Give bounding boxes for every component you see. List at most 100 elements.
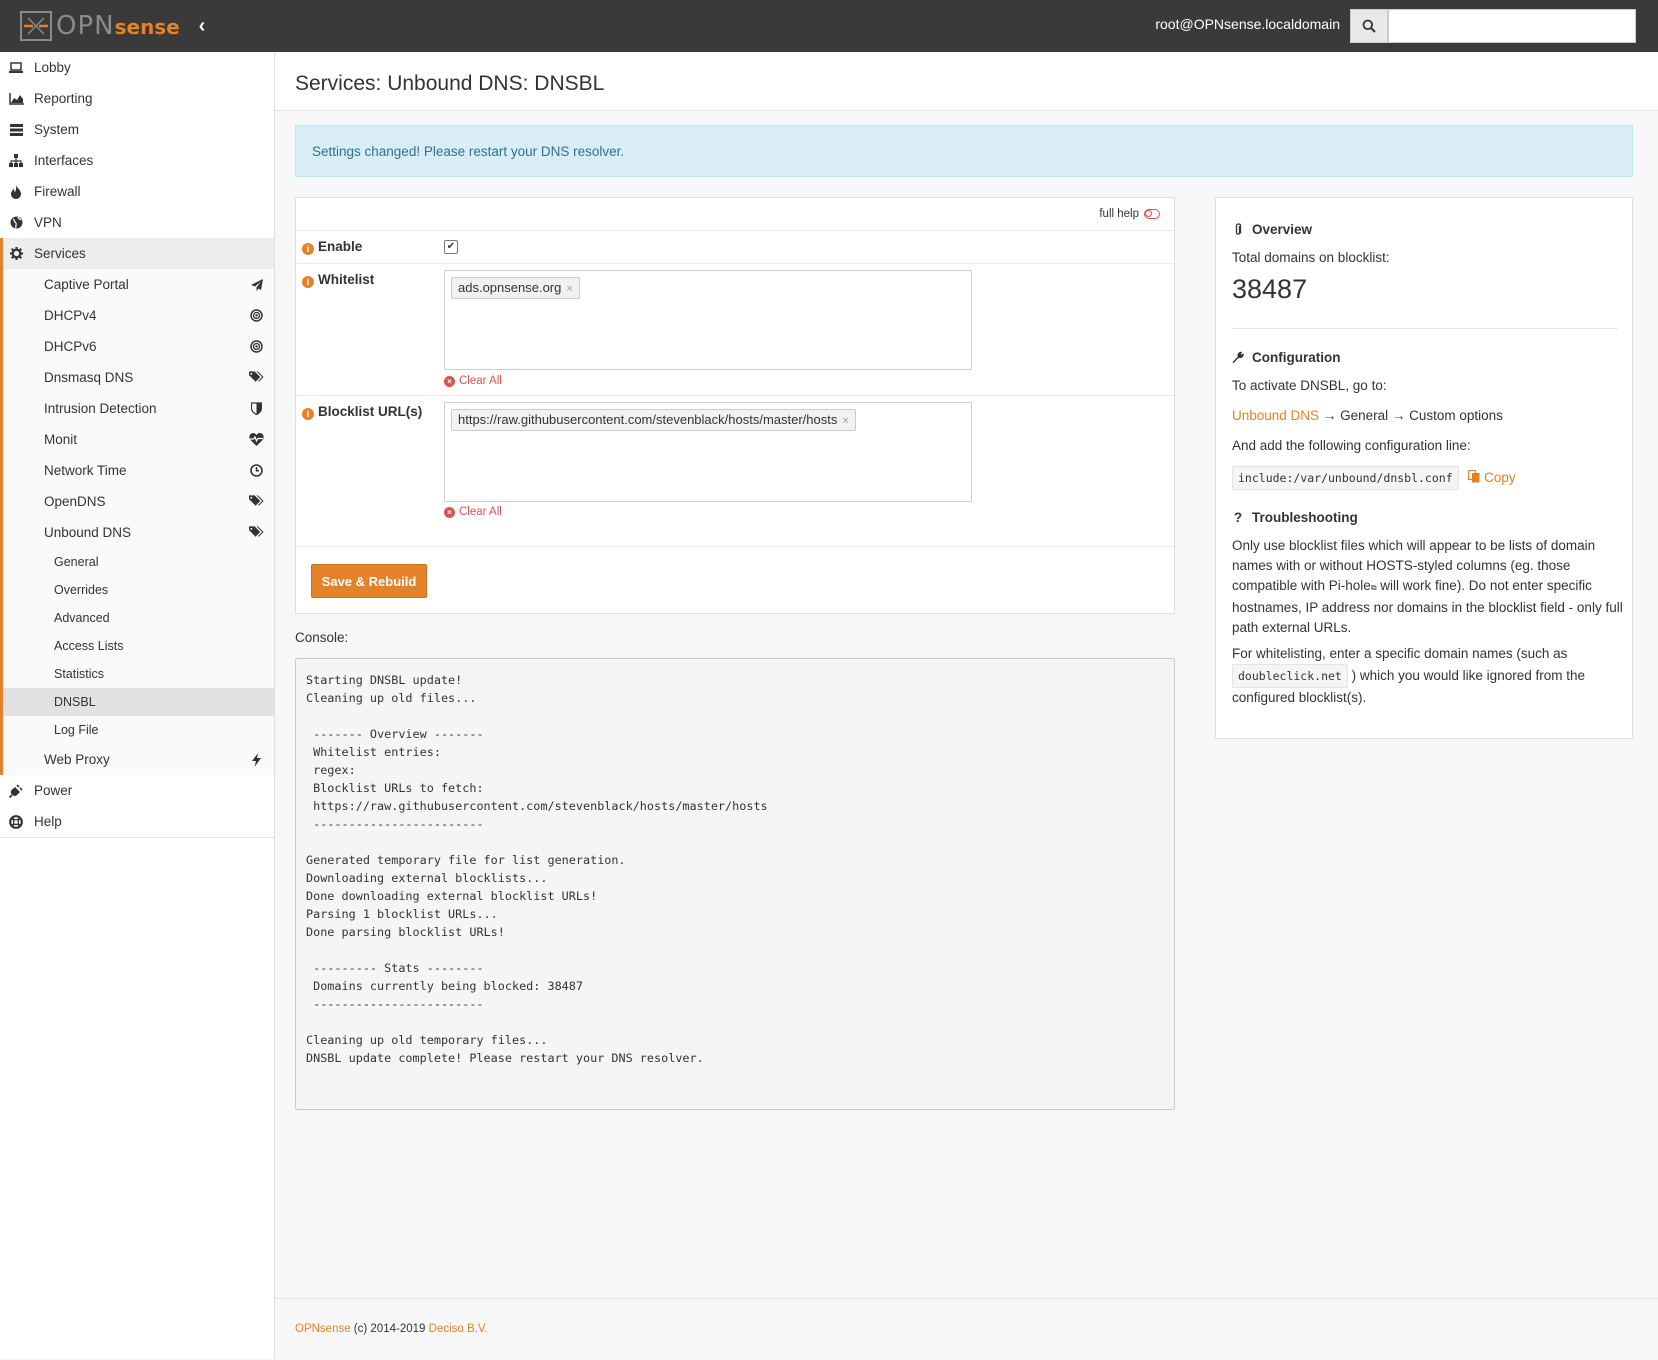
remove-tag-icon[interactable]: × xyxy=(842,415,848,427)
brand-logo[interactable]: OPNsense xyxy=(20,10,180,42)
sidebar-item-lobby[interactable]: Lobby xyxy=(0,52,274,83)
sidebar-item-dhcpv4[interactable]: DHCPv4 xyxy=(3,300,274,331)
opnsense-link[interactable]: OPNsense xyxy=(295,1323,351,1335)
sidebar-item-label: Firewall xyxy=(34,184,81,199)
collapse-sidebar-button[interactable]: ‹ xyxy=(192,16,212,36)
copy-button[interactable]: Copy xyxy=(1468,469,1516,485)
sidebar-item-unbound-dns[interactable]: Unbound DNS xyxy=(3,517,274,548)
sidebar-item-dnsmasq-dns[interactable]: Dnsmasq DNS xyxy=(3,362,274,393)
sidebar-item-label: Intrusion Detection xyxy=(44,401,157,416)
deciso-link[interactable]: Deciso B.V. xyxy=(429,1323,488,1335)
sidebar-item-label: Network Time xyxy=(44,463,127,478)
config-path: Unbound DNS → General → Custom options xyxy=(1232,406,1503,426)
enable-checkbox[interactable]: ✔ xyxy=(444,240,458,254)
sidebar-item-services[interactable]: Services xyxy=(3,238,274,269)
troubleshooting-line-rest: will work fine). Do not enter specific xyxy=(1376,578,1592,593)
sidebar-item-unbound-general[interactable]: General xyxy=(3,548,274,576)
sidebar-item-unbound-statistics[interactable]: Statistics xyxy=(3,660,274,688)
page-title: Services: Unbound DNS: DNSBL xyxy=(295,72,605,95)
whitelist-tag: ads.opnsense.org × xyxy=(451,277,580,299)
total-domains-value: 38487 xyxy=(1232,274,1308,304)
sidebar-item-intrusion-detection[interactable]: Intrusion Detection xyxy=(3,393,274,424)
sidebar-item-label: DHCPv6 xyxy=(44,339,97,354)
blocklist-clear-all[interactable]: × Clear All xyxy=(444,506,502,518)
info-icon[interactable]: i xyxy=(302,276,314,288)
sidebar-item-unbound-overrides[interactable]: Overrides xyxy=(3,576,274,604)
sidebar-item-network-time[interactable]: Network Time xyxy=(3,455,274,486)
whitelist-row: i Whitelist ads.opnsense.org × × Clear All xyxy=(296,264,1174,396)
full-help-toggle[interactable]: full help xyxy=(1099,208,1160,220)
opnsense-logo-icon xyxy=(20,11,52,41)
sidebar-item-unbound-access-lists[interactable]: Access Lists xyxy=(3,632,274,660)
info-icon[interactable]: i xyxy=(302,243,314,255)
whitelist-help-rest: ) which you would like ignored from the xyxy=(1351,668,1585,683)
services-group: Services Captive Portal DHCPv4 DHCPv6 Dn… xyxy=(0,238,274,775)
wrench-icon xyxy=(1232,351,1244,364)
enable-row: i Enable ✔ xyxy=(296,231,1174,264)
activate-text: To activate DNSBL, go to: xyxy=(1232,378,1387,393)
plug-icon xyxy=(8,783,24,799)
fire-icon xyxy=(8,184,24,200)
check-icon: ✔ xyxy=(446,241,456,252)
sidebar-item-captive-portal[interactable]: Captive Portal xyxy=(3,269,274,300)
sidebar-item-label: Help xyxy=(34,814,62,829)
shield-icon xyxy=(249,401,264,416)
footer-text: OPNsense (c) 2014-2019 Deciso B.V. xyxy=(295,1323,488,1335)
sidebar-item-monit[interactable]: Monit xyxy=(3,424,274,455)
info-icon[interactable]: i xyxy=(302,408,314,420)
bullseye-icon xyxy=(249,308,264,323)
console-label: Console: xyxy=(295,630,349,645)
config-line-row: include:/var/unbound/dnsbl.conf Copy xyxy=(1232,466,1516,490)
blocklist-label-text: Blocklist URL(s) xyxy=(318,404,423,419)
top-bar: OPNsense ‹ root@OPNsense.localdomain xyxy=(0,0,1658,52)
clock-icon xyxy=(249,463,264,478)
blocklist-row: i Blocklist URL(s) https://raw.githubuser… xyxy=(296,396,1174,547)
sidebar-item-unbound-dnsbl[interactable]: DNSBL xyxy=(3,688,274,716)
search-button[interactable] xyxy=(1350,9,1388,43)
sidebar-item-label: Power xyxy=(34,783,73,798)
sidebar-item-vpn[interactable]: VPN xyxy=(0,207,274,238)
sidebar-item-power[interactable]: Power xyxy=(0,775,274,806)
sidebar-item-label: Reporting xyxy=(34,91,93,106)
configuration-heading: Configuration xyxy=(1232,350,1340,365)
whitelist-help-text: For whitelisting, enter a specific domai… xyxy=(1232,644,1585,708)
paper-plane-icon xyxy=(249,277,264,292)
blocklist-tag: https://raw.githubusercontent.com/steven… xyxy=(451,409,856,431)
sidebar-item-label: Lobby xyxy=(34,60,71,75)
whitelist-tag-text: ads.opnsense.org xyxy=(458,280,562,295)
copy-label: Copy xyxy=(1484,470,1516,485)
user-account-link[interactable]: root@OPNsense.localdomain xyxy=(1155,16,1340,32)
sidebar-item-interfaces[interactable]: Interfaces xyxy=(0,145,274,176)
page-header: Services: Unbound DNS: DNSBL xyxy=(275,52,1658,111)
area-chart-icon xyxy=(8,91,24,107)
sidebar-item-reporting[interactable]: Reporting xyxy=(0,83,274,114)
overview-heading: Overview xyxy=(1232,222,1312,237)
remove-tag-icon[interactable]: × xyxy=(566,283,572,295)
sitemap-icon xyxy=(8,153,24,169)
sidebar-item-label: Monit xyxy=(44,432,78,447)
laptop-icon xyxy=(8,60,24,76)
whitelist-label: i Whitelist xyxy=(302,272,374,288)
whitelist-clear-all[interactable]: × Clear All xyxy=(444,375,502,387)
total-domains-label: Total domains on blocklist: xyxy=(1232,250,1390,265)
sidebar-item-label: Captive Portal xyxy=(44,277,129,292)
question-icon: ? xyxy=(1233,510,1243,525)
sidebar-item-firewall[interactable]: Firewall xyxy=(0,176,274,207)
whitelist-input[interactable]: ads.opnsense.org × xyxy=(444,270,972,370)
sidebar-item-help[interactable]: Help xyxy=(0,806,274,838)
sidebar-item-system[interactable]: System xyxy=(0,114,274,145)
save-rebuild-button[interactable]: Save & Rebuild xyxy=(311,564,427,598)
unbound-dns-link[interactable]: Unbound DNS xyxy=(1232,408,1319,423)
sidebar-item-unbound-log-file[interactable]: Log File xyxy=(3,716,274,744)
search-input[interactable] xyxy=(1388,9,1636,43)
sidebar-item-opendns[interactable]: OpenDNS xyxy=(3,486,274,517)
sidebar-item-web-proxy[interactable]: Web Proxy xyxy=(3,744,274,775)
sidebar-item-label: Dnsmasq DNS xyxy=(44,370,134,385)
blocklist-label: i Blocklist URL(s) xyxy=(302,404,422,420)
whitelist-help-line: For whitelisting, enter a specific domai… xyxy=(1232,646,1568,661)
sidebar-item-unbound-advanced[interactable]: Advanced xyxy=(3,604,274,632)
sidebar-item-label: VPN xyxy=(34,215,62,230)
sidebar-item-dhcpv6[interactable]: DHCPv6 xyxy=(3,331,274,362)
blocklist-input[interactable]: https://raw.githubusercontent.com/steven… xyxy=(444,402,972,502)
doubleclick-code: doubleclick.net xyxy=(1232,664,1348,688)
